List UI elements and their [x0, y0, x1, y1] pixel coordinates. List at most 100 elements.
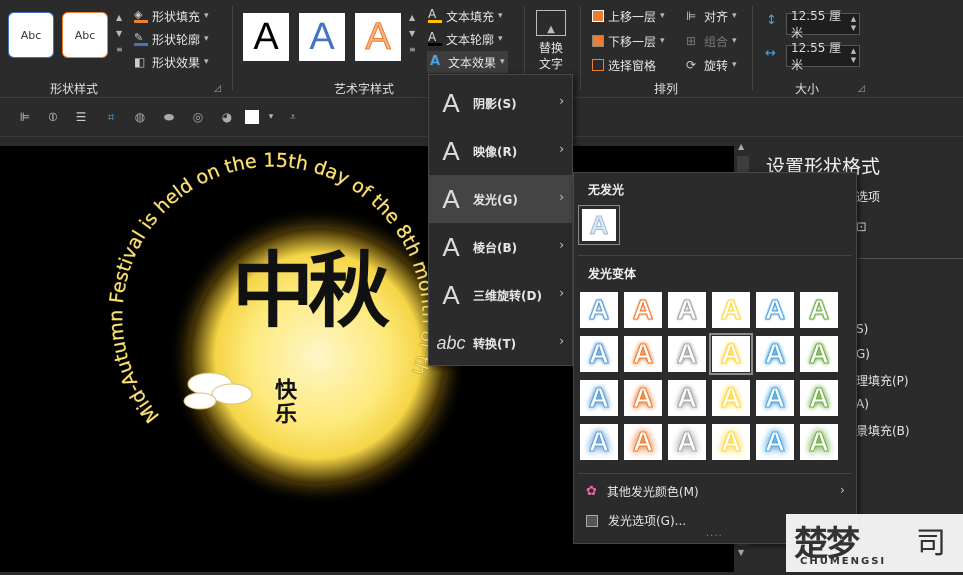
divider: [578, 255, 852, 256]
pen-icon: ✎: [134, 32, 148, 46]
chevron-down-icon[interactable]: ▾: [262, 108, 280, 126]
glow-variant-cell[interactable]: A: [712, 292, 750, 328]
glow-variant-cell[interactable]: A: [800, 336, 838, 372]
wordart-style-black[interactable]: A: [243, 13, 289, 61]
glow-variant-cell[interactable]: A: [580, 380, 618, 416]
glow-variant-cell[interactable]: A: [580, 292, 618, 328]
pane-item[interactable]: 理填充(P): [856, 372, 909, 389]
shape-style-scroll[interactable]: ▲ ▼ ≡: [116, 10, 123, 58]
glow-variant-cell[interactable]: A: [624, 292, 662, 328]
text-fill-label: 文本填充: [446, 9, 495, 24]
glow-variant-cell[interactable]: A: [580, 424, 618, 460]
pane-item[interactable]: A): [856, 397, 869, 411]
replace-text-button[interactable]: 替换 文字: [531, 40, 571, 72]
chevron-right-icon: ›: [559, 94, 564, 108]
pane-item[interactable]: S): [856, 322, 868, 336]
height-spinner[interactable]: 12.55 厘米 ▲ ▼: [786, 9, 860, 40]
align-icon: ⊫: [686, 9, 697, 23]
align-left-icon[interactable]: ⊫: [16, 108, 34, 126]
pane-options-tab[interactable]: 选项: [856, 188, 880, 205]
glow-variant-cell[interactable]: A: [800, 292, 838, 328]
glow-variant-cell[interactable]: A: [800, 424, 838, 460]
checkbox-icon: [586, 514, 598, 527]
glow-options-item[interactable]: 发光选项(G)...: [586, 512, 686, 529]
merge-fragment-icon[interactable]: ◎: [189, 108, 207, 126]
glow-variant-cell[interactable]: A: [624, 336, 662, 372]
width-spinner[interactable]: 12.55 厘米 ▲ ▼: [786, 41, 860, 72]
rotate-button[interactable]: ⟳ 旋转 ▾: [686, 55, 737, 75]
big-chinese-title: 中秋: [232, 243, 390, 339]
spinner-arrows-icon[interactable]: ▲ ▼: [848, 47, 859, 65]
size-properties-icon[interactable]: ⊡: [856, 220, 867, 235]
dialog-launcher-icon[interactable]: ◿: [858, 84, 865, 94]
glow-variant-cell[interactable]: A: [800, 380, 838, 416]
watermark-mark-icon: 司: [916, 526, 946, 561]
distribute-icon[interactable]: ☰: [72, 108, 90, 126]
image-icon: ▲: [536, 10, 566, 36]
glow-variant-cell[interactable]: A: [580, 336, 618, 372]
glow-variant-cell[interactable]: A: [668, 292, 706, 328]
glow-variant-cell[interactable]: A: [624, 424, 662, 460]
glow-variant-cell[interactable]: A: [668, 380, 706, 416]
bring-forward-icon: [592, 10, 604, 22]
text-fill-button[interactable]: A 文本填充 ▾: [428, 6, 503, 26]
shape-effects-button[interactable]: ◧ 形状效果 ▾: [134, 52, 209, 72]
shape-preview-icon[interactable]: [245, 110, 259, 124]
glow-variant-cell[interactable]: A: [756, 380, 794, 416]
shape-fill-label: 形状填充: [152, 9, 201, 24]
resize-grip-icon[interactable]: ····: [706, 531, 723, 542]
customize-toolbar-icon[interactable]: ⩡: [284, 108, 302, 126]
shape-fill-button[interactable]: ◈ 形状填充 ▾: [134, 6, 209, 26]
glow-variant-cell[interactable]: A: [756, 292, 794, 328]
send-backward-button[interactable]: 下移一层 ▾: [592, 31, 665, 51]
group-button[interactable]: ⊞ 组合 ▾: [686, 31, 737, 51]
pane-item[interactable]: 景填充(B): [856, 422, 910, 439]
palette-icon: ✿: [586, 484, 597, 499]
rotate-icon: ⟳: [686, 58, 697, 72]
text-effects-item[interactable]: A 棱台(B) ›: [429, 223, 572, 271]
wordart-letter: A: [309, 15, 335, 58]
more-glow-colors-item[interactable]: ✿ 其他发光颜色(M): [586, 483, 699, 500]
group-label-size: 大小: [794, 82, 819, 96]
glow-variant-cell[interactable]: A: [668, 424, 706, 460]
glow-variant-cell[interactable]: A: [756, 424, 794, 460]
text-effects-item[interactable]: A 三维旋转(D) ›: [429, 271, 572, 319]
glow-variant-cell[interactable]: A: [712, 424, 750, 460]
text-effects-item[interactable]: A 阴影(S) ›: [429, 79, 572, 127]
wordart-letter: A: [365, 15, 391, 58]
wordart-style-orange[interactable]: A: [355, 13, 401, 61]
wordart-style-blue[interactable]: A: [299, 13, 345, 61]
glow-variant-cell[interactable]: A: [712, 380, 750, 416]
text-effects-item[interactable]: abc 转换(T) ›: [429, 319, 572, 367]
align-center-icon[interactable]: ⦶: [44, 108, 62, 126]
pane-item[interactable]: G): [856, 347, 870, 361]
edit-points-icon[interactable]: ⌗: [102, 108, 120, 126]
merge-combine-icon[interactable]: ⬬: [160, 108, 178, 126]
merge-intersect-icon[interactable]: ◕: [218, 108, 236, 126]
glow-variant-cell[interactable]: A: [756, 336, 794, 372]
align-button[interactable]: ⊫ 对齐 ▾: [686, 6, 737, 26]
scroll-up-icon[interactable]: ▲: [738, 142, 744, 151]
shape-style-sample-orange[interactable]: Abc: [62, 12, 108, 58]
align-label: 对齐: [704, 9, 729, 24]
no-glow-option[interactable]: A: [578, 205, 620, 245]
text-effects-item[interactable]: A 映像(R) ›: [429, 127, 572, 175]
glow-variant-cell[interactable]: A: [624, 380, 662, 416]
text-effects-item[interactable]: A 发光(G) ›: [429, 175, 572, 223]
selection-pane-button[interactable]: 选择窗格: [592, 55, 656, 75]
text-effects-button[interactable]: A 文本效果 ▾: [427, 51, 508, 73]
text-outline-button[interactable]: A 文本轮廓 ▾: [428, 29, 503, 49]
wordart-scroll[interactable]: ▲ ▼ ≡: [409, 10, 416, 58]
shape-style-sample-blue[interactable]: Abc: [8, 12, 54, 58]
effect-glyph-icon: abc: [436, 332, 466, 353]
shape-outline-button[interactable]: ✎ 形状轮廓 ▾: [134, 29, 209, 49]
rotate-label: 旋转: [704, 58, 729, 73]
bring-forward-button[interactable]: 上移一层 ▾: [592, 6, 665, 26]
dialog-launcher-icon[interactable]: ◿: [214, 84, 221, 94]
scroll-down-icon[interactable]: ▼: [738, 548, 744, 557]
glow-variant-cell[interactable]: A: [668, 336, 706, 372]
glow-variant-cell[interactable]: A: [709, 333, 753, 375]
no-glow-heading: 无发光: [588, 183, 625, 197]
spinner-arrows-icon[interactable]: ▲ ▼: [848, 15, 859, 33]
merge-union-icon[interactable]: ◍: [131, 108, 149, 126]
